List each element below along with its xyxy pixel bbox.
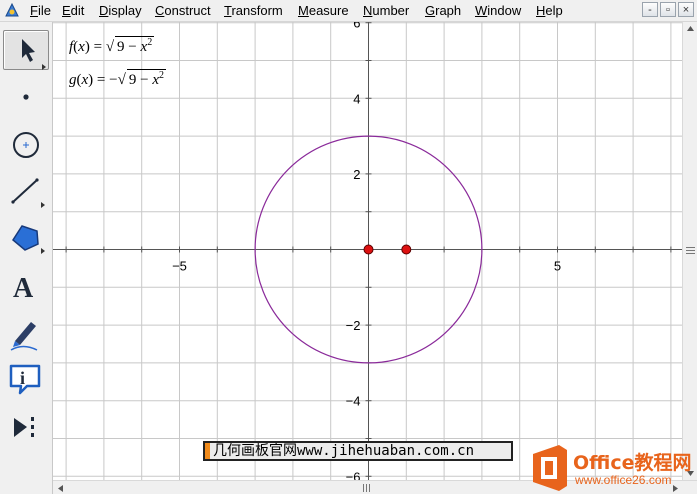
x-tick-label: 5 (554, 259, 561, 274)
svg-text:A: A (13, 273, 34, 304)
menu-display[interactable]: Display (99, 3, 142, 18)
svg-text:i: i (20, 368, 25, 388)
menu-edit[interactable]: Edit (62, 3, 84, 18)
y-tick-label: 6 (353, 22, 360, 31)
menu-measure[interactable]: Measure (298, 3, 349, 18)
menu-help[interactable]: Help (536, 3, 563, 18)
menu-transform[interactable]: Transform (224, 3, 283, 18)
text-tool-icon: A (13, 273, 34, 304)
compass-tool[interactable] (3, 124, 49, 164)
menu-construct[interactable]: Construct (155, 3, 211, 18)
menu-file[interactable]: File (30, 3, 51, 18)
toolbox: A i (0, 22, 53, 494)
menu-graph[interactable]: Graph (425, 3, 461, 18)
app-icon[interactable] (4, 2, 20, 18)
compass-icon (13, 132, 39, 158)
menu-bar: File Edit Display Construct Transform Me… (0, 0, 697, 22)
marker-tool[interactable] (3, 312, 49, 352)
office-logo-url: www.office26.com (575, 473, 672, 487)
custom-tool-icon (14, 417, 34, 437)
scrollbar-arrows-icon (686, 26, 695, 476)
info-icon: i (9, 364, 41, 395)
graph: −5 5 6 4 2 −2 −4 −6 (53, 22, 682, 480)
graph-point (363, 244, 374, 255)
y-tick-label: 4 (353, 91, 360, 106)
function-g-label[interactable]: g(x) = −√ 9 − x2 (69, 69, 166, 89)
polygon-tool[interactable] (3, 218, 49, 258)
custom-tool[interactable] (3, 406, 49, 446)
close-button[interactable]: × (678, 2, 694, 17)
point-icon (23, 94, 29, 100)
straightedge-tool[interactable] (3, 172, 49, 212)
y-tick-label: −2 (346, 318, 361, 333)
graph-point (401, 244, 412, 255)
restore-button[interactable]: ▫ (660, 2, 676, 17)
minimize-button[interactable]: - (642, 2, 658, 17)
text-tool[interactable]: A (3, 266, 49, 306)
arrow-icon (22, 39, 46, 70)
function-f-label[interactable]: f(x) = √ 9 − x2 (69, 36, 155, 56)
line-segment-icon (11, 178, 45, 208)
menu-window[interactable]: Window (475, 3, 521, 18)
menu-number[interactable]: Number (363, 3, 409, 18)
y-tick-label: −4 (346, 394, 361, 409)
sketch-canvas[interactable]: −5 5 6 4 2 −2 −4 −6 f(x) = √ 9 − x2 g(x) = −√ 9 −… (53, 22, 682, 480)
website-watermark: 几何画板官网www.jihehuaban.com.cn (203, 441, 513, 461)
office-logo-brand: Office教程网 (573, 452, 692, 474)
y-tick-label: 2 (353, 167, 360, 182)
vertical-scrollbar[interactable] (682, 22, 697, 480)
marker-icon (10, 322, 38, 351)
information-tool[interactable]: i (3, 358, 49, 398)
office26-logo: Office教程网 www.office26.com (531, 442, 697, 492)
point-tool[interactable] (3, 74, 49, 114)
x-tick-label: −5 (172, 259, 187, 274)
arrow-tool[interactable] (3, 30, 49, 70)
polygon-icon (12, 225, 45, 254)
y-tick-label: −6 (346, 469, 361, 480)
